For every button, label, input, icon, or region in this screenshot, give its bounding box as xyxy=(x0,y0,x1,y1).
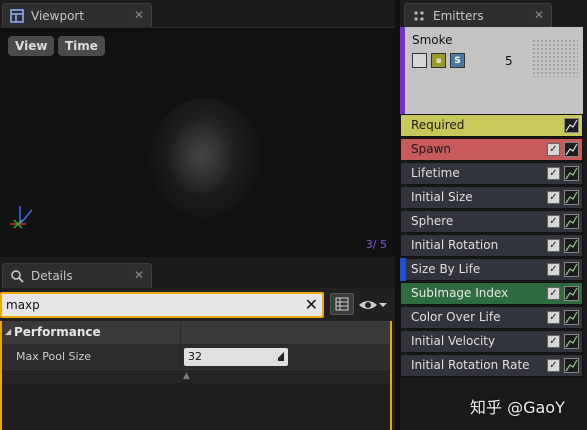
property-matrix-button[interactable] xyxy=(330,293,354,315)
module-enable-checkbox[interactable]: ✓ xyxy=(547,215,560,228)
module-sphere[interactable]: Sphere ✓ xyxy=(400,210,583,233)
sprite-mode-icon[interactable]: S xyxy=(450,53,465,68)
enable-checkbox[interactable]: ✓ xyxy=(412,53,427,68)
column-divider xyxy=(180,345,181,369)
property-row-max-pool-size: Max Pool Size 32 xyxy=(2,345,390,369)
eye-icon xyxy=(359,301,377,309)
module-initial-velocity[interactable]: Initial Velocity ✓ xyxy=(400,330,583,353)
details-search-row: ✕ xyxy=(0,292,392,318)
module-initial-rotation[interactable]: Initial Rotation ✓ xyxy=(400,234,583,257)
viewport-tabbar: Viewport ✕ xyxy=(0,0,395,27)
curve-editor-icon[interactable] xyxy=(564,286,579,301)
module-enable-checkbox[interactable]: ✓ xyxy=(547,287,560,300)
module-enable-checkbox[interactable]: ✓ xyxy=(547,335,560,348)
module-label: Initial Size xyxy=(411,190,473,204)
list-icon xyxy=(335,297,349,311)
module-spawn[interactable]: Spawn ✓ xyxy=(400,138,583,161)
property-list-empty-area xyxy=(2,383,390,430)
close-icon[interactable]: ✕ xyxy=(134,8,144,22)
curve-editor-icon[interactable] xyxy=(564,142,579,157)
module-label: Sphere xyxy=(411,214,454,228)
module-label: Color Over Life xyxy=(411,310,501,324)
module-label: Lifetime xyxy=(411,166,460,180)
search-details-icon xyxy=(10,269,24,283)
module-label: Initial Velocity xyxy=(411,334,496,348)
module-size-by-life[interactable]: Size By Life ✓ xyxy=(400,258,583,281)
tab-details[interactable]: Details ✕ xyxy=(2,263,152,288)
module-required[interactable]: Required xyxy=(400,114,583,137)
module-lifetime[interactable]: Lifetime ✓ xyxy=(400,162,583,185)
curve-editor-icon[interactable] xyxy=(564,118,579,133)
module-label: Size By Life xyxy=(411,262,481,276)
module-label: Initial Rotation xyxy=(411,238,499,252)
curve-editor-icon[interactable] xyxy=(564,334,579,349)
module-initial-size[interactable]: Initial Size ✓ xyxy=(400,186,583,209)
category-label: Performance xyxy=(14,325,101,339)
tab-emitters[interactable]: Emitters ✕ xyxy=(404,3,552,27)
collapse-arrow-icon: ◢ xyxy=(5,327,12,336)
curve-editor-icon[interactable] xyxy=(564,190,579,205)
details-tabbar: Details ✕ xyxy=(0,258,395,288)
property-value: 32 xyxy=(188,350,202,363)
close-icon[interactable]: ✕ xyxy=(534,8,544,22)
module-label: Spawn xyxy=(411,142,452,156)
emitter-particle-count: 5 xyxy=(505,54,513,68)
module-enable-checkbox[interactable]: ✓ xyxy=(547,359,560,372)
module-color-over-life[interactable]: Color Over Life ✓ xyxy=(400,306,583,329)
emitter-thumbnail xyxy=(532,39,578,77)
particle-count-readout: 3/ 5 xyxy=(365,238,387,251)
module-enable-checkbox[interactable]: ✓ xyxy=(547,191,560,204)
property-list: ◢ Performance Max Pool Size 32 ▲ xyxy=(0,321,392,430)
view-button[interactable]: View xyxy=(8,36,55,56)
max-pool-size-input[interactable]: 32 xyxy=(184,348,288,366)
module-enable-checkbox[interactable]: ✓ xyxy=(547,239,560,252)
solo-icon[interactable]: ▪ xyxy=(431,53,446,68)
module-label: Required xyxy=(411,118,465,132)
curve-editor-icon[interactable] xyxy=(564,310,579,325)
emitters-tabbar: Emitters ✕ xyxy=(400,0,587,27)
viewport-icon xyxy=(10,8,24,23)
resize-handle-icon[interactable] xyxy=(275,352,284,361)
module-label: Initial Rotation Rate xyxy=(411,358,530,372)
category-performance[interactable]: ◢ Performance xyxy=(2,321,390,345)
tab-viewport-label: Viewport xyxy=(31,8,85,23)
smoke-particle-core xyxy=(170,123,230,193)
curve-editor-icon[interactable] xyxy=(564,358,579,373)
tab-details-label: Details xyxy=(31,269,73,283)
module-enable-checkbox[interactable]: ✓ xyxy=(547,167,560,180)
module-enable-checkbox[interactable]: ✓ xyxy=(547,311,560,324)
module-label: SubImage Index xyxy=(411,286,509,300)
module-enable-checkbox[interactable]: ✓ xyxy=(547,263,560,276)
advanced-expander[interactable]: ▲ xyxy=(2,369,390,383)
viewport-canvas[interactable]: View Time 3/ 5 xyxy=(0,27,395,257)
view-options-button[interactable] xyxy=(358,295,390,315)
expand-up-icon: ▲ xyxy=(183,371,190,381)
column-divider xyxy=(180,321,181,345)
details-panel: ✕ ◢ Performance Max Poo xyxy=(0,288,395,430)
emitter-toggle-group: ✓ ▪ S xyxy=(412,53,465,68)
curve-editor-icon[interactable] xyxy=(564,262,579,277)
time-button[interactable]: Time xyxy=(58,36,105,56)
selection-accent xyxy=(400,258,406,281)
emitter-tab-icon xyxy=(412,9,426,23)
tab-viewport[interactable]: Viewport ✕ xyxy=(2,3,152,27)
tab-emitters-label: Emitters xyxy=(433,8,484,23)
search-input[interactable] xyxy=(6,296,296,314)
property-label: Max Pool Size xyxy=(16,350,92,363)
emitter-header-smoke[interactable]: Smoke ✓ ▪ S 5 xyxy=(400,27,583,114)
clear-search-icon[interactable]: ✕ xyxy=(305,295,318,315)
module-initial-rotation-rate[interactable]: Initial Rotation Rate ✓ xyxy=(400,354,583,377)
watermark: 知乎 @GaoY xyxy=(470,398,565,417)
close-icon[interactable]: ✕ xyxy=(134,268,144,282)
module-enable-checkbox[interactable]: ✓ xyxy=(547,143,560,156)
search-box: ✕ xyxy=(0,292,324,318)
chevron-down-icon xyxy=(379,303,387,307)
emitter-name: Smoke xyxy=(412,33,453,47)
axis-gizmo-icon xyxy=(10,206,33,229)
curve-editor-icon[interactable] xyxy=(564,238,579,253)
module-list: Required Spawn ✓ Lifetime ✓ Initial Size… xyxy=(400,114,583,377)
curve-editor-icon[interactable] xyxy=(564,214,579,229)
module-subimage-index[interactable]: SubImage Index ✓ xyxy=(400,282,583,305)
curve-editor-icon[interactable] xyxy=(564,166,579,181)
